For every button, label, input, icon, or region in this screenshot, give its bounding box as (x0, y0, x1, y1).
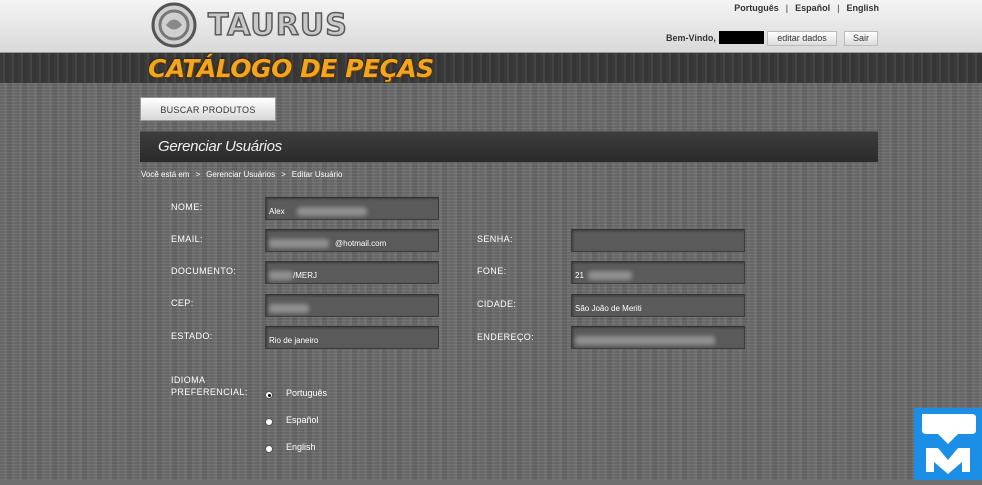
username-redacted (719, 31, 764, 44)
fone-field[interactable]: 21 (571, 261, 745, 284)
breadcrumb-prefix: Você está em (141, 170, 190, 179)
redacted-blur (269, 239, 329, 249)
cep-field[interactable] (265, 294, 439, 317)
endereco-label: ENDEREÇO: (477, 332, 535, 342)
top-header: TAURUS Português | Español | English Bem-Vin… (0, 0, 982, 53)
lang-link-pt[interactable]: Português (734, 3, 779, 13)
redacted-blur (269, 271, 293, 281)
taurus-logo[interactable]: TAURUS (150, 2, 395, 48)
section-header: Gerenciar Usuários (140, 131, 878, 162)
nome-value: Alex (269, 207, 285, 216)
fone-label: FONE: (477, 266, 507, 276)
lang-link-es[interactable]: Español (795, 3, 830, 13)
documento-label: DOCUMENTO: (171, 266, 237, 276)
page-title: Gerenciar Usuários (158, 138, 282, 155)
cep-label: CEP: (171, 298, 194, 308)
documento-field[interactable]: /MERJ (265, 261, 439, 284)
radio-espanol[interactable] (265, 418, 273, 426)
corner-app-badge[interactable] (914, 408, 982, 480)
edit-profile-button[interactable]: editar dados (767, 31, 837, 46)
radio-label-english: English (286, 442, 316, 452)
chat-badge-icon (922, 414, 976, 474)
lang-link-en[interactable]: English (846, 3, 879, 13)
endereco-field[interactable] (571, 326, 745, 349)
redacted-blur (269, 304, 309, 314)
breadcrumb: Você está em > Gerenciar Usuários > Editar U… (141, 170, 343, 179)
idioma-label: IDIOMA (171, 375, 206, 385)
cidade-field[interactable]: São João de Meriti (571, 294, 745, 317)
estado-value: Rio de janeiro (269, 336, 319, 345)
senha-field[interactable] (571, 229, 745, 252)
cidade-value: São João de Meriti (575, 304, 642, 313)
nome-label: NOME: (171, 202, 203, 212)
fone-value: 21 (575, 271, 584, 280)
redacted-blur (588, 271, 633, 281)
redacted-blur (296, 207, 367, 217)
radio-english[interactable] (265, 445, 273, 453)
language-selector: Português | Español | English (734, 3, 879, 13)
logo-text: TAURUS (207, 7, 348, 44)
radio-label-portugues: Português (286, 388, 328, 398)
email-field[interactable]: @hotmail.com (265, 229, 439, 252)
radio-portugues[interactable] (265, 391, 273, 399)
radio-label-espanol: Español (286, 415, 319, 425)
estado-field[interactable]: Rio de janeiro (265, 326, 439, 349)
estado-label: ESTADO: (171, 331, 213, 341)
idioma-label-2: PREFERENCIAL: (171, 387, 248, 397)
cidade-label: CIDADE: (477, 299, 517, 309)
email-value: @hotmail.com (335, 239, 387, 248)
breadcrumb-link-manage-users[interactable]: Gerenciar Usuários (206, 170, 275, 179)
taurus-emblem-icon (151, 2, 197, 48)
email-label: EMAIL: (171, 234, 203, 244)
catalog-title: CATÁLOGO DE PEÇAS (148, 54, 434, 83)
redacted-blur (575, 336, 715, 346)
logout-button[interactable]: Sair (844, 31, 878, 46)
search-products-button[interactable]: BUSCAR PRODUTOS (140, 97, 276, 121)
welcome-label: Bem-Vindo, (666, 33, 716, 43)
senha-label: SENHA: (477, 234, 513, 244)
nome-field[interactable]: Alex (265, 197, 439, 220)
documento-value: /MERJ (293, 271, 317, 280)
breadcrumb-current: Editar Usuário (291, 170, 343, 179)
